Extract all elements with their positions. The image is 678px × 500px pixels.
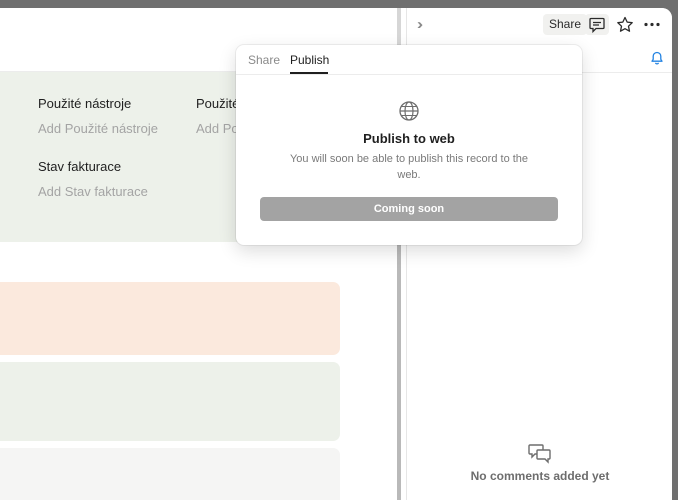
coming-soon-button[interactable]: Coming soon	[260, 197, 558, 221]
favorite-button[interactable]	[614, 14, 636, 35]
property-value-pouzite[interactable]: Add Po	[196, 121, 239, 136]
publish-title: Publish to web	[363, 131, 455, 146]
more-options-button[interactable]	[641, 14, 663, 35]
share-button[interactable]: Share	[543, 14, 588, 35]
property-label-pouzite-nastroje: Použité nástroje	[38, 96, 132, 111]
comment-icon	[589, 17, 605, 34]
content-block-grey[interactable]	[0, 448, 340, 500]
star-icon	[617, 16, 633, 32]
globe-icon	[399, 101, 419, 121]
property-label-pouzite: Použité	[196, 96, 240, 111]
property-value-stav-fakturace[interactable]: Add Stav fakturace	[38, 184, 148, 199]
popover-tabs: Share Publish	[236, 45, 582, 75]
content-block-peach[interactable]	[0, 282, 340, 355]
collapse-sidebar-icon[interactable]: ››	[417, 16, 423, 33]
app-window: Použité nástroje Add Použité nástroje Po…	[0, 8, 672, 500]
bell-icon[interactable]	[649, 50, 665, 66]
tab-share[interactable]: Share	[248, 53, 280, 67]
comments-empty-icon	[528, 444, 551, 464]
publish-description: You will soon be able to publish this re…	[289, 153, 529, 181]
sidebar-topbar: ›› Share	[407, 8, 672, 41]
share-publish-popover: Share Publish Publish to web You will so…	[236, 45, 582, 245]
tab-publish[interactable]: Publish	[290, 53, 329, 67]
comments-button[interactable]	[585, 14, 609, 35]
more-icon	[644, 22, 660, 27]
property-value-pouzite-nastroje[interactable]: Add Použité nástroje	[38, 121, 158, 136]
property-label-stav-fakturace: Stav fakturace	[38, 159, 122, 174]
content-block-green[interactable]	[0, 362, 340, 441]
no-comments-message: No comments added yet	[470, 469, 610, 483]
active-tab-indicator	[290, 72, 328, 74]
